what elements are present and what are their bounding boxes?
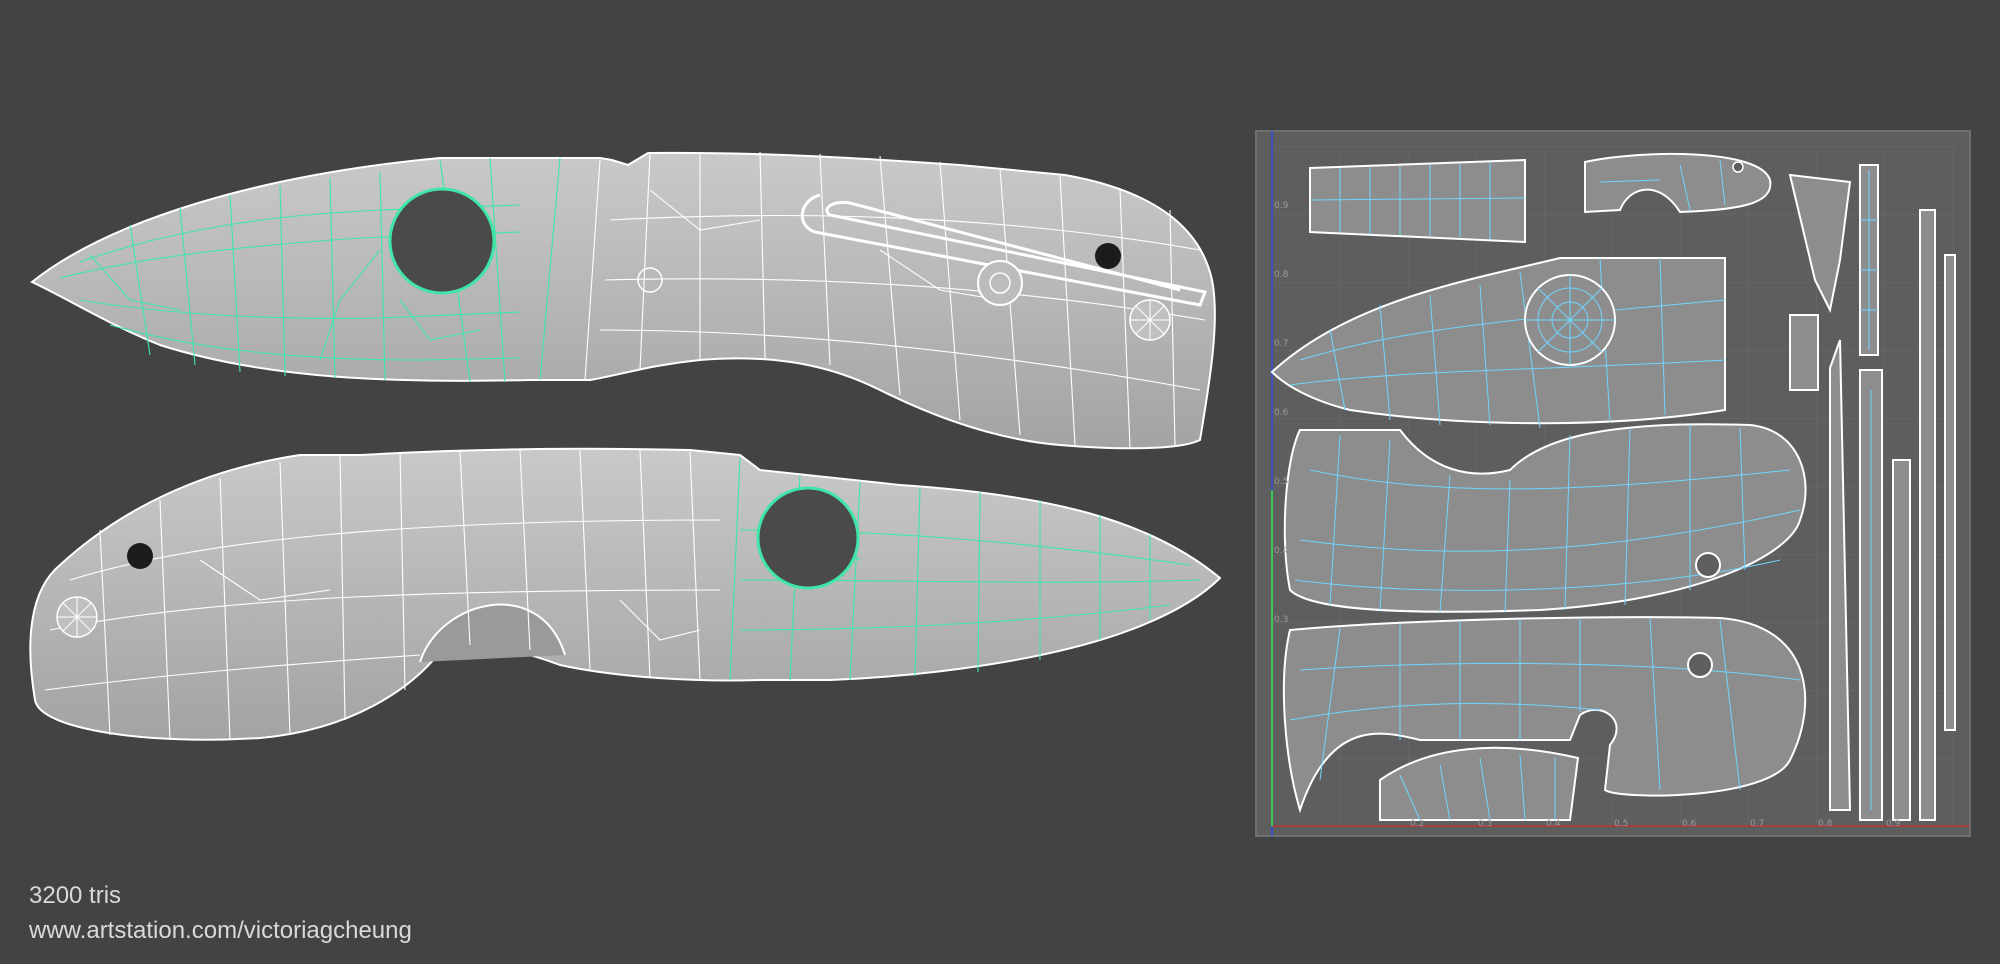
uv-u-tick: 0.7: [1750, 819, 1764, 829]
uv-pivot-island: [1524, 274, 1616, 366]
knife-bottom-ball-detail: [127, 543, 153, 569]
uv-u-tick: 0.6: [1682, 819, 1697, 829]
uv-v-tick: 0.6: [1274, 408, 1289, 418]
uv-u-tick: 0.4: [1546, 819, 1561, 829]
uv-shell-strip-4: [1919, 209, 1936, 821]
uv-v-tick: 0.4: [1274, 546, 1289, 556]
uv-v-tick: 0.7: [1274, 339, 1288, 349]
uv-shell-strip-3: [1892, 459, 1911, 821]
knife-top-thumb-hole: [388, 187, 496, 295]
knife-bottom-thumb-hole: [756, 486, 860, 590]
uv-shell-clip-top: [1584, 152, 1772, 214]
uv-layout-panel: 0.2 0.3 0.4 0.5 0.6 0.7 0.8 0.9 0.9 0.8 …: [1255, 130, 1971, 837]
knife-bottom-silhouette: [29, 447, 1222, 741]
uv-u-tick: 0.8: [1818, 819, 1833, 829]
uv-u-tick: 0.2: [1410, 819, 1424, 829]
triangle-count-caption: 3200 tris: [29, 882, 122, 909]
uv-shell-strip-5: [1944, 254, 1956, 731]
artist-url-caption: www.artstation.com/victoriagcheung: [29, 917, 412, 944]
uv-u-tick: 0.3: [1478, 819, 1492, 829]
uv-v-tick: 0.9: [1274, 201, 1289, 211]
uv-u-tick: 0.9: [1886, 819, 1901, 829]
uv-shell-block: [1789, 314, 1819, 391]
uv-v-tick: 0.8: [1274, 270, 1289, 280]
knife-top-ball-detail: [1095, 243, 1121, 269]
knife-top-silhouette: [30, 151, 1216, 450]
viewport-canvas: 0.2 0.3 0.4 0.5 0.6 0.7 0.8 0.9 0.9 0.8 …: [29, 130, 1971, 837]
knife-top-pivot: [977, 260, 1023, 306]
knife-model-bottom-view: [29, 447, 1222, 741]
uv-v-tick: 0.3: [1274, 615, 1288, 625]
uv-v-tick: 0.5: [1274, 477, 1288, 487]
uv-u-tick: 0.5: [1614, 819, 1628, 829]
uv-shell-spine: [1309, 158, 1526, 244]
knife-model-top-view: [30, 151, 1216, 450]
